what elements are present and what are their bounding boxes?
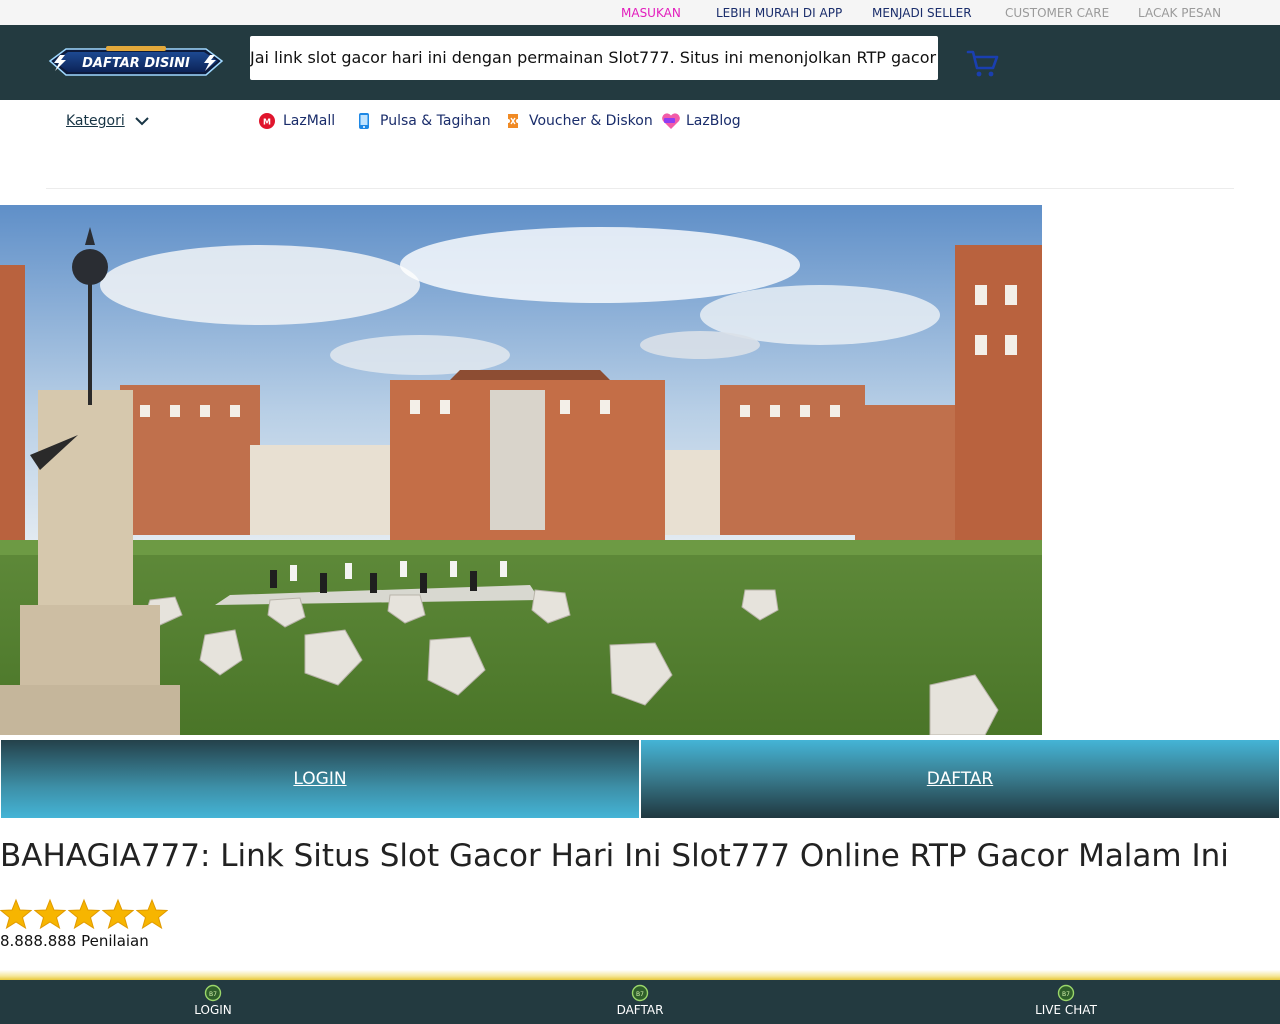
nav-item-pulsa[interactable]: Pulsa & Tagihan xyxy=(355,112,491,130)
login-button[interactable]: LOGIN xyxy=(1,740,639,818)
kategori-dropdown[interactable]: Kategori xyxy=(66,113,125,129)
rating-stars xyxy=(0,898,168,930)
bottom-nav: B7 LOGIN B7 DAFTAR B7 LIVE CHAT xyxy=(0,980,1280,1024)
customer-care-link[interactable]: CUSTOMER CARE xyxy=(1005,6,1109,20)
voucher-icon xyxy=(504,112,522,130)
search-input[interactable]: Jai link slot gacor hari ini dengan perm… xyxy=(250,36,938,80)
lazmall-icon: M xyxy=(258,112,276,130)
live-chat-icon: B7 xyxy=(1057,984,1075,1002)
search-input-text: Jai link slot gacor hari ini dengan perm… xyxy=(250,48,938,67)
star-icon xyxy=(0,898,32,930)
star-icon xyxy=(34,898,66,930)
star-icon xyxy=(102,898,134,930)
bottom-nav-label: LOGIN xyxy=(194,1003,232,1017)
svg-text:B7: B7 xyxy=(1062,991,1070,998)
nav-item-label: Pulsa & Tagihan xyxy=(380,113,491,129)
daftar-button[interactable]: DAFTAR xyxy=(641,740,1279,818)
site-header: DAFTAR DISINI Jai link slot gacor hari i… xyxy=(0,25,1280,100)
rating-count: 8.888.888 Penilaian xyxy=(0,932,149,950)
section-divider xyxy=(46,188,1234,189)
bottom-nav-login[interactable]: B7 LOGIN xyxy=(153,984,273,1017)
nav-item-voucher[interactable]: Voucher & Diskon xyxy=(504,112,653,130)
login-icon: B7 xyxy=(204,984,222,1002)
bottom-nav-label: LIVE CHAT xyxy=(1035,1003,1097,1017)
cart-icon[interactable] xyxy=(966,49,1000,79)
svg-text:B7: B7 xyxy=(636,991,644,998)
site-logo[interactable]: DAFTAR DISINI xyxy=(46,41,226,83)
bottom-nav-label: DAFTAR xyxy=(616,1003,664,1017)
login-button-label: LOGIN xyxy=(293,769,347,789)
chevron-down-icon[interactable] xyxy=(134,114,150,128)
nav-item-lazblog[interactable]: LazBlog xyxy=(661,112,741,130)
daftar-button-label: DAFTAR xyxy=(926,769,994,789)
logo-text: DAFTAR DISINI xyxy=(82,56,190,71)
nav-item-lazmall[interactable]: M LazMall xyxy=(258,112,335,130)
nav-item-label: LazBlog xyxy=(686,113,741,129)
star-icon xyxy=(68,898,100,930)
blog-heart-icon xyxy=(661,112,680,130)
category-nav: Kategori M LazMall Pulsa & Tagihan Vouch… xyxy=(0,100,1280,188)
menjadi-seller-link[interactable]: MENJADI SELLER xyxy=(872,6,972,20)
nav-item-label: Voucher & Diskon xyxy=(529,113,653,129)
bottom-nav-border xyxy=(0,970,1280,980)
lacak-pesan-link[interactable]: LACAK PESAN xyxy=(1138,6,1221,20)
nav-item-label: LazMall xyxy=(283,113,336,129)
svg-text:M: M xyxy=(263,118,271,127)
masukan-link[interactable]: MASUKAN xyxy=(621,6,681,20)
hero-image xyxy=(0,205,1042,735)
bottom-nav-live-chat[interactable]: B7 LIVE CHAT xyxy=(1006,984,1126,1017)
lebih-murah-di-app-link[interactable]: LEBIH MURAH DI APP xyxy=(716,6,842,20)
product-title: BAHAGIA777: Link Situs Slot Gacor Hari I… xyxy=(0,838,1229,874)
star-icon xyxy=(136,898,168,930)
svg-text:B7: B7 xyxy=(209,991,217,998)
phone-icon xyxy=(355,112,373,130)
daftar-icon: B7 xyxy=(631,984,649,1002)
bottom-nav-daftar[interactable]: B7 DAFTAR xyxy=(580,984,700,1017)
top-utility-bar: MASUKAN LEBIH MURAH DI APP MENJADI SELLE… xyxy=(0,0,1280,25)
